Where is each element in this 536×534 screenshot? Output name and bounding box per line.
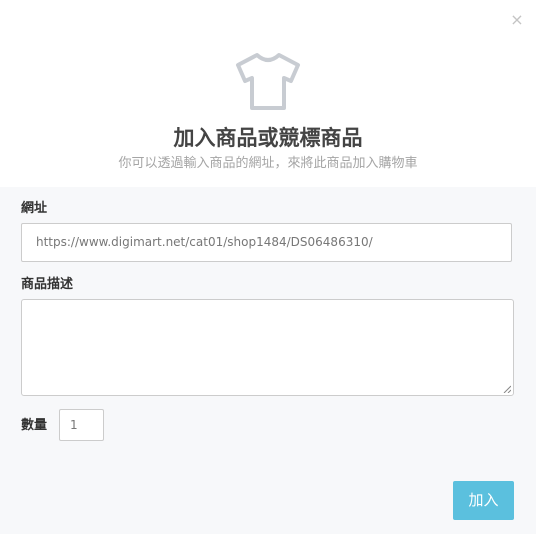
close-icon[interactable]: × <box>510 10 524 30</box>
resize-handle-icon[interactable] <box>503 385 511 393</box>
dialog-header: × 加入商品或競標商品 你可以透過輸入商品的網址，來將此商品加入購物車 <box>0 0 536 187</box>
description-label: 商品描述 <box>21 277 74 292</box>
add-product-dialog: × 加入商品或競標商品 你可以透過輸入商品的網址，來將此商品加入購物車 網址 h… <box>0 0 536 534</box>
quantity-input[interactable]: 1 <box>59 409 104 441</box>
url-input[interactable]: https://www.digimart.net/cat01/shop1484/… <box>21 223 512 262</box>
description-textarea[interactable] <box>21 299 514 396</box>
quantity-label: 數量 <box>21 418 48 433</box>
dialog-subtitle: 你可以透過輸入商品的網址，來將此商品加入購物車 <box>118 156 418 171</box>
url-label: 網址 <box>21 201 48 216</box>
dialog-title: 加入商品或競標商品 <box>173 126 363 150</box>
add-button[interactable]: 加入 <box>453 481 514 520</box>
dialog-form: 網址 https://www.digimart.net/cat01/shop14… <box>0 187 536 534</box>
tshirt-icon <box>236 53 300 110</box>
